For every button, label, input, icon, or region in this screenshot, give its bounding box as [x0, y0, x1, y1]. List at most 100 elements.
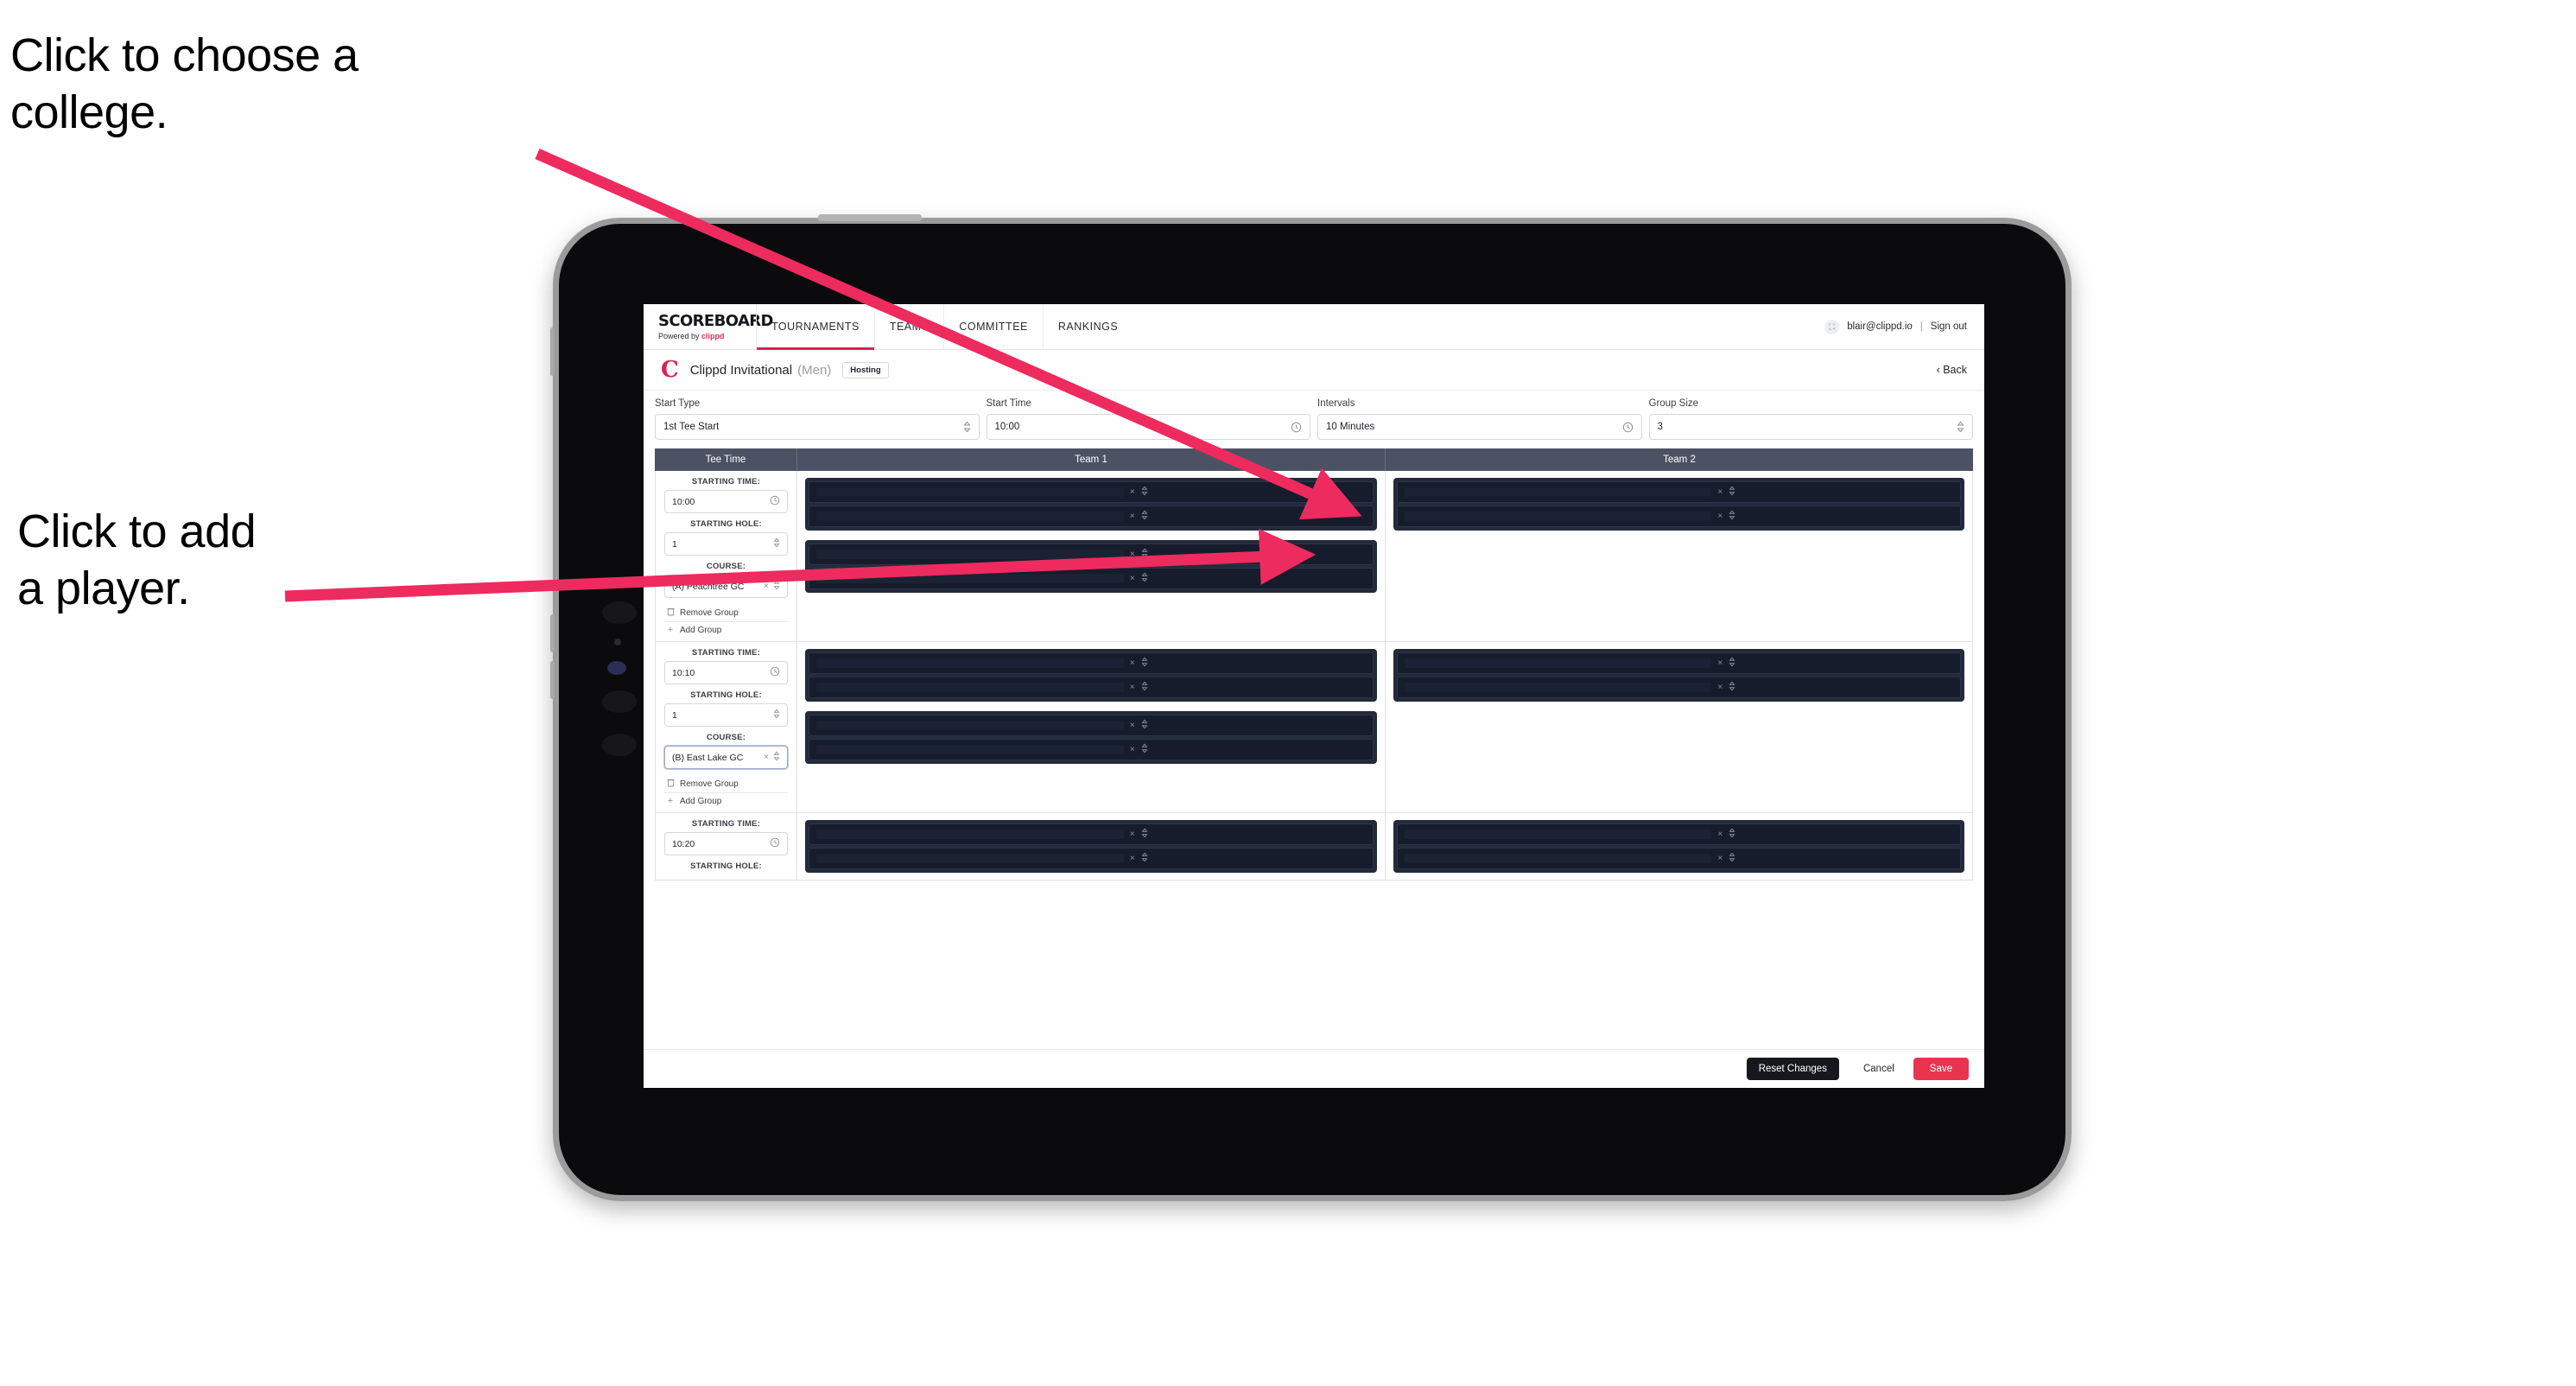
avatar[interactable]: ⛶: [1824, 319, 1840, 334]
clock-icon[interactable]: [770, 495, 780, 508]
stepper-icon[interactable]: [1141, 572, 1148, 585]
stepper-icon[interactable]: [773, 751, 780, 764]
clear-icon[interactable]: ×: [1130, 512, 1135, 521]
clear-icon[interactable]: ×: [764, 582, 769, 591]
player-select-row[interactable]: ×: [809, 505, 1374, 527]
stepper-icon[interactable]: [1141, 852, 1148, 865]
remove-group-button[interactable]: Remove Group: [664, 604, 788, 622]
stepper-icon[interactable]: [1729, 486, 1735, 499]
player-select-row[interactable]: ×: [809, 715, 1374, 736]
intervals-input[interactable]: 10 Minutes: [1317, 414, 1642, 440]
save-button[interactable]: Save: [1913, 1058, 1969, 1080]
brand-logo[interactable]: SCOREBOARD Powered by clippd: [644, 304, 774, 349]
nav-item-teams[interactable]: TEAMS: [873, 304, 944, 349]
stepper-icon[interactable]: [1141, 681, 1148, 694]
player-select-row[interactable]: ×: [809, 677, 1374, 698]
control-intervals-label: Intervals: [1317, 398, 1355, 409]
stepper-icon[interactable]: [1729, 510, 1735, 523]
stepper-icon[interactable]: [773, 580, 780, 593]
scoreboard-app: SCOREBOARD Powered by clippd TOURNAMENTS…: [644, 304, 1984, 1088]
player-select-row[interactable]: ×: [1396, 505, 1961, 527]
stepper-icon[interactable]: [1141, 510, 1148, 523]
stepper-icon[interactable]: [1729, 828, 1735, 841]
clear-icon[interactable]: ×: [1130, 658, 1135, 668]
clock-icon[interactable]: [770, 837, 780, 850]
starting-time-input[interactable]: 10:10: [664, 661, 788, 684]
stepper-icon[interactable]: [962, 421, 971, 433]
starting-hole-input[interactable]: 1: [664, 703, 788, 727]
reset-changes-button[interactable]: Reset Changes: [1746, 1058, 1839, 1080]
starting-hole-input[interactable]: 1: [664, 532, 788, 556]
player-group-block: × ×: [805, 820, 1377, 873]
sign-out-link[interactable]: Sign out: [1931, 321, 1967, 332]
stepper-icon[interactable]: [773, 709, 780, 722]
stepper-icon[interactable]: [1141, 657, 1148, 670]
player-select-row[interactable]: ×: [809, 481, 1374, 503]
clear-icon[interactable]: ×: [1717, 487, 1723, 497]
plus-icon: +: [667, 796, 674, 806]
course-select[interactable]: (A) Peachtree GC ×: [664, 575, 788, 598]
course-select[interactable]: (B) East Lake GC ×: [664, 746, 788, 769]
player-select-row[interactable]: ×: [809, 848, 1374, 869]
stepper-icon[interactable]: [1141, 548, 1148, 561]
clear-icon[interactable]: ×: [1717, 512, 1723, 521]
clear-icon[interactable]: ×: [1717, 830, 1723, 839]
stepper-icon[interactable]: [1957, 421, 1964, 433]
nav-item-rankings[interactable]: RANKINGS: [1042, 304, 1133, 349]
clear-icon[interactable]: ×: [1130, 721, 1135, 730]
player-select-row[interactable]: ×: [1396, 823, 1961, 845]
player-select-row[interactable]: ×: [1396, 652, 1961, 674]
cancel-button[interactable]: Cancel: [1850, 1058, 1908, 1080]
back-button[interactable]: ‹ Back: [1937, 364, 1967, 376]
player-name-placeholder: [816, 830, 1124, 839]
device-volume-down-button[interactable]: [550, 661, 555, 699]
player-select-row[interactable]: ×: [1396, 848, 1961, 869]
device-sensor-4: [602, 734, 637, 756]
player-select-row[interactable]: ×: [1396, 481, 1961, 503]
clear-icon[interactable]: ×: [1717, 683, 1723, 692]
player-select-row[interactable]: ×: [809, 823, 1374, 845]
stepper-icon[interactable]: [1141, 743, 1148, 756]
clear-icon[interactable]: ×: [1130, 574, 1135, 583]
stepper-icon[interactable]: [773, 537, 780, 550]
device-volume-up-button[interactable]: [550, 614, 555, 652]
player-select-row[interactable]: ×: [1396, 677, 1961, 698]
control-group-size: Group Size 3: [1648, 398, 1973, 440]
stepper-icon[interactable]: [1141, 486, 1148, 499]
tee-time-cell: STARTING TIME: 10:00 STARTING HOLE: 1 COURSE…: [656, 471, 797, 641]
tournament-gender: (Men): [797, 362, 832, 378]
player-select-row[interactable]: ×: [809, 544, 1374, 565]
stepper-icon[interactable]: [1141, 719, 1148, 732]
clear-icon[interactable]: ×: [1130, 487, 1135, 497]
clear-icon[interactable]: ×: [1130, 854, 1135, 863]
clear-icon[interactable]: ×: [1130, 830, 1135, 839]
player-select-row[interactable]: ×: [809, 739, 1374, 760]
clock-icon[interactable]: [1291, 422, 1302, 433]
clock-icon[interactable]: [770, 666, 780, 679]
label-starting-hole: STARTING HOLE:: [690, 519, 762, 529]
clock-icon[interactable]: [1622, 422, 1634, 433]
group-size-select[interactable]: 3: [1648, 414, 1973, 440]
device-power-button[interactable]: [550, 327, 555, 376]
add-group-button[interactable]: + Add Group: [664, 622, 788, 638]
remove-group-button[interactable]: Remove Group: [664, 775, 788, 793]
nav-item-committee[interactable]: COMMITTEE: [943, 304, 1043, 349]
start-type-select[interactable]: 1st Tee Start: [655, 414, 980, 440]
clear-icon[interactable]: ×: [1130, 683, 1135, 692]
clear-icon[interactable]: ×: [764, 753, 769, 762]
clear-icon[interactable]: ×: [1130, 745, 1135, 754]
stepper-icon[interactable]: [1729, 657, 1735, 670]
clear-icon[interactable]: ×: [1717, 854, 1723, 863]
stepper-icon[interactable]: [1729, 681, 1735, 694]
add-group-button[interactable]: + Add Group: [664, 793, 788, 809]
nav-item-tournaments[interactable]: TOURNAMENTS: [756, 304, 874, 350]
stepper-icon[interactable]: [1729, 852, 1735, 865]
clear-icon[interactable]: ×: [1717, 658, 1723, 668]
starting-time-input[interactable]: 10:00: [664, 490, 788, 513]
start-time-input[interactable]: 10:00: [986, 414, 1310, 440]
stepper-icon[interactable]: [1141, 828, 1148, 841]
starting-time-input[interactable]: 10:20: [664, 832, 788, 855]
player-select-row[interactable]: ×: [809, 568, 1374, 589]
clear-icon[interactable]: ×: [1130, 550, 1135, 559]
player-select-row[interactable]: ×: [809, 652, 1374, 674]
